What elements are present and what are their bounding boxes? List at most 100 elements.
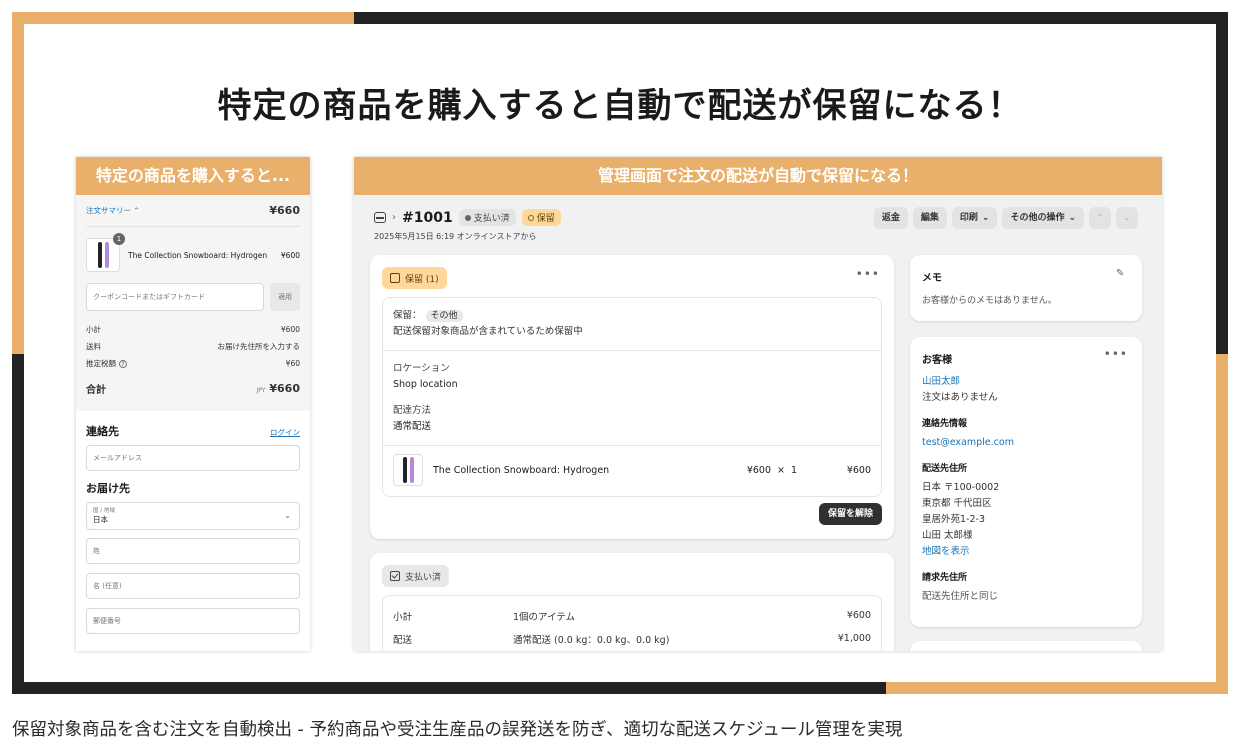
customer-name-link[interactable]: 山田太郎 [922,374,1130,390]
payment-status-label: 支払い済 [473,214,510,224]
currency-code: JPY [256,386,266,394]
checkout-panel: 特定の商品を購入すると... 注文サマリー ⌃ ¥660 1 The Colle… [76,157,310,651]
shipping-value: お届け先住所を入力する [217,342,301,351]
more-options-icon[interactable]: ••• [1104,347,1128,361]
country-select[interactable]: 国 / 地域 日本 ⌄ [86,502,300,530]
hold-reason-line: 保留： その他 [393,308,871,324]
next-order-button[interactable]: ⌄ [1116,207,1138,229]
more-options-icon[interactable]: ••• [856,267,880,281]
contact-title: 連絡先 [86,425,119,438]
checkout-form: 連絡先 ログイン メールアドレス お届け先 国 / 地域 日本 ⌄ 姓 名 (任… [76,411,310,634]
additional-card [910,641,1142,651]
previous-order-button[interactable]: ⌃ [1089,207,1111,229]
tax-row: 推定税額? ¥60 [86,355,300,372]
subtotal-label: 小計 [86,325,101,334]
billing-address-title: 請求先住所 [922,573,968,583]
chevron-down-icon: ⌄ [284,511,291,520]
print-button[interactable]: 印刷 ⌄ [951,207,998,229]
edit-button[interactable]: 編集 [912,207,947,229]
address-line: 皇居外苑1-2-3 [922,514,985,525]
coupon-row: クーポンコードまたはギフトカード 適用 [86,283,300,311]
quantity-badge: 1 [113,233,125,245]
location-value: Shop location [393,379,458,390]
frame-accent-right [1216,354,1228,694]
view-map-link[interactable]: 地図を表示 [922,544,1130,560]
hold-reason-desc: 配送保留対象商品が含まれているため保留中 [393,326,583,337]
postal-code-field[interactable]: 郵便番号 [86,608,300,634]
refund-button[interactable]: 返金 [873,207,908,229]
address-line: 山田 太郎様 [922,530,973,541]
help-icon[interactable]: ? [119,360,127,368]
frame-dark-left [12,354,24,694]
payment-row-label: 小計 [393,611,413,623]
hold-details: 保留： その他 配送保留対象商品が含まれているため保留中 ロケーション Shop … [382,297,882,497]
country-label: 国 / 地域 [93,508,115,514]
delivery-value: 通常配送 [393,421,432,432]
payment-row-label: 配送 [393,634,413,646]
orders-inbox-icon[interactable] [374,212,386,223]
item-total: ¥600 [846,464,871,476]
memo-text: お客様からのメモはありません。 [922,296,1057,306]
snowboard-image [97,242,102,268]
payment-row-amount: ¥600 [846,610,871,621]
memo-card: メモ ✎ お客様からのメモはありません。 [910,255,1142,321]
shipping-title: お届け先 [86,482,130,495]
first-name-field[interactable]: 名 (任意) [86,573,300,599]
frame-accent-left [12,12,24,354]
subtotal-row: 小計 ¥600 [86,321,300,338]
hold-reason-section: 保留： その他 配送保留対象商品が含まれているため保留中 [383,298,881,351]
hold-reason-label: 保留： [393,310,422,321]
payment-status-badge: 支払い済 [458,209,516,226]
email-field[interactable]: メールアドレス [86,445,300,471]
payment-row-desc: 通常配送 (0.0 kg：0.0 kg、0.0 kg) [513,634,670,646]
product-thumbnail: 1 [86,233,125,272]
summary-total: ¥660 [269,204,300,217]
paid-tag: 支払い済 [382,565,450,587]
shipping-address-title: 配送先住所 [922,464,968,474]
total-row: 合計 JPY ¥660 [86,372,300,404]
last-name-field[interactable]: 姓 [86,538,300,564]
chevron-down-icon: ⌄ [981,213,990,223]
frame-dark-right [1216,12,1228,354]
summary-product: 1 The Collection Snowboard: Hydrogen ¥60… [86,227,300,283]
coupon-input[interactable]: クーポンコードまたはギフトカード [86,283,264,311]
customer-orders: 注文はありません [922,392,998,403]
fulfillment-status-label: 保留 [536,214,555,224]
more-actions-button[interactable]: その他の操作 ⌄ [1002,207,1084,229]
breadcrumb-separator-icon: › [392,212,396,223]
order-date: 2025年5月15日 6:19 オンラインストアから [374,232,537,241]
summary-toggle[interactable]: 注文サマリー ⌃ [86,205,140,216]
apply-coupon-button[interactable]: 適用 [270,283,300,311]
admin-panel: 管理画面で注文の配送が自動で保留になる！ › #1001 支払い済 保留 202… [354,157,1162,651]
edit-pencil-icon[interactable]: ✎ [1116,269,1126,279]
item-price: ¥600 [746,464,771,476]
shipping-section-head: お届け先 [86,480,300,496]
checkbox-check-icon [390,571,400,581]
admin-panel-header: 管理画面で注文の配送が自動で保留になる！ [354,157,1162,195]
subtotal-value: ¥600 [280,325,300,334]
login-link[interactable]: ログイン [270,427,300,438]
payment-card: 支払い済 小計 1個のアイテム ¥600 配送 通常配送 (0.0 kg：0.0… [370,553,894,651]
hold-tag: 保留 (1) [382,267,447,289]
release-hold-button[interactable]: 保留を解除 [818,503,882,525]
print-label: 印刷 [959,213,978,223]
snowboard-image [402,457,407,483]
location-section: ロケーション Shop location 配達方法 通常配送 [383,351,881,446]
customer-email-link[interactable]: test@example.com [922,435,1130,451]
breadcrumb: › #1001 支払い済 保留 [374,209,561,226]
total-amount-wrap: JPY ¥660 [256,382,300,395]
checkout-panel-header: 特定の商品を購入すると... [76,157,310,195]
item-name[interactable]: The Collection Snowboard: Hydrogen [423,465,747,476]
contact-info-title: 連絡先情報 [922,419,968,429]
tax-label: 推定税額 [86,359,116,368]
shipping-row: 送料 お届け先住所を入力する [86,338,300,355]
payment-row-desc: 1個のアイテム [513,611,576,623]
payment-row: 小計 1個のアイテム ¥600 [393,604,871,627]
snowboard-image [409,457,414,483]
caption: 保留対象商品を含む注文を自動検出 - 予約商品や受注生産品の誤発送を防ぎ、適切な… [12,720,903,740]
order-number: #1001 [402,209,453,226]
more-actions-label: その他の操作 [1010,213,1065,223]
shipping-label: 送料 [86,342,101,351]
hold-fulfillment-card: 保留 (1) ••• 保留： その他 配送保留対象商品が含まれているため保留中 ロ… [370,255,894,539]
frame-accent-top [12,12,354,24]
